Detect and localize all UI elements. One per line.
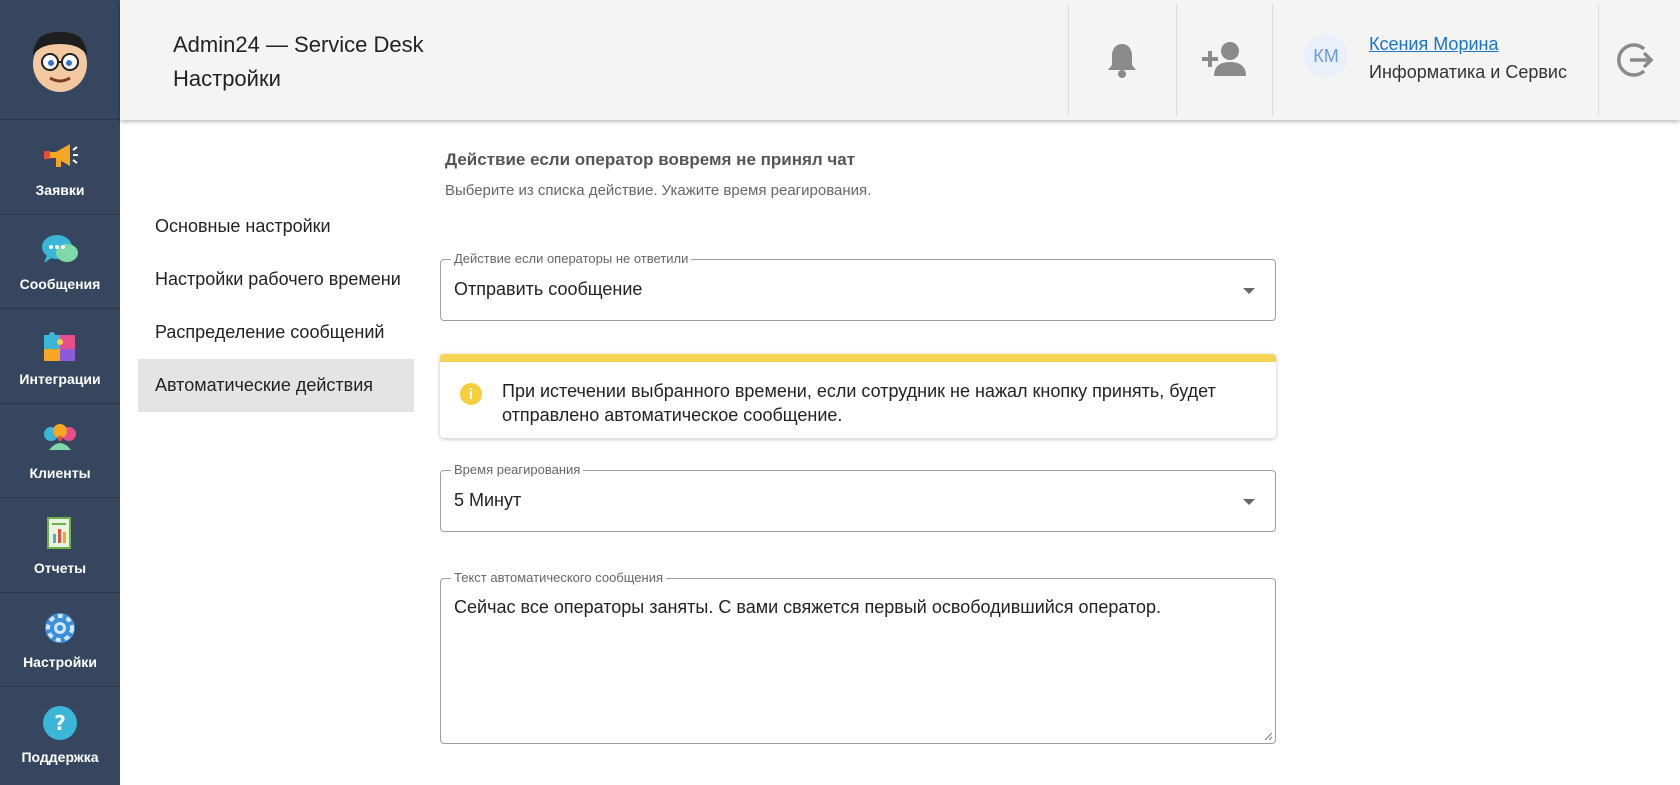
section-subtitle: Выберите из списка действие. Укажите вре… xyxy=(445,182,872,199)
logo[interactable] xyxy=(0,0,120,120)
subnav-item-auto-actions[interactable]: Автоматические действия xyxy=(138,359,414,412)
notice-text: При истечении выбранного времени, если с… xyxy=(502,381,1216,425)
auto-message-label: Текст автоматического сообщения xyxy=(451,570,667,585)
subnav-item-general[interactable]: Основные настройки xyxy=(138,200,414,253)
settings-content: Действие если оператор вовремя не принял… xyxy=(440,150,1276,744)
notifications-button[interactable] xyxy=(1092,30,1152,90)
resize-handle-icon[interactable] xyxy=(1263,731,1273,741)
add-user-button[interactable] xyxy=(1192,30,1256,90)
rail-item-requests[interactable]: Заявки xyxy=(0,120,120,215)
app-title: Admin24 — Service Desk xyxy=(173,32,424,57)
bell-icon xyxy=(1108,44,1136,78)
action-select-value: Отправить сообщение xyxy=(454,279,643,299)
top-header: Admin24 — Service Desk Настройки КМ Ксен… xyxy=(120,0,1680,120)
rail-item-integrations[interactable]: Интеграции xyxy=(0,309,120,404)
report-icon xyxy=(40,514,80,554)
info-icon: i xyxy=(460,383,482,405)
chat-bubble-icon xyxy=(40,230,80,270)
subnav-item-working-hours[interactable]: Настройки рабочего времени xyxy=(138,253,414,306)
add-user-icon xyxy=(1202,42,1246,76)
rail-item-settings[interactable]: Настройки xyxy=(0,593,120,687)
action-select[interactable]: Действие если операторы не ответили Отпр… xyxy=(440,251,1276,321)
puzzle-icon xyxy=(40,325,80,365)
info-notice: i При истечении выбранного времени, если… xyxy=(440,354,1276,438)
page-title: Настройки xyxy=(173,66,281,91)
rail-item-messages[interactable]: Сообщения xyxy=(0,215,120,309)
mascot-logo-icon xyxy=(33,31,87,92)
user-name-link[interactable]: Ксения Морина xyxy=(1369,34,1498,55)
logout-button[interactable] xyxy=(1604,30,1664,90)
rail-item-reports[interactable]: Отчеты xyxy=(0,498,120,593)
rail-label: Интеграции xyxy=(19,370,101,387)
help-icon: ? xyxy=(40,703,80,743)
gear-icon xyxy=(40,608,80,648)
settings-subnav: Основные настройки Настройки рабочего вр… xyxy=(138,200,414,412)
logout-icon xyxy=(1617,43,1654,77)
section-title: Действие если оператор вовремя не принял… xyxy=(445,150,856,169)
auto-message-textarea[interactable]: Текст автоматического сообщения Сейчас в… xyxy=(440,570,1276,744)
svg-text:?: ? xyxy=(54,711,66,735)
response-time-select[interactable]: Время реагирования 5 Минут xyxy=(440,462,1276,532)
rail-label: Поддержка xyxy=(21,749,99,766)
header-divider xyxy=(1598,4,1599,116)
rail-label: Настройки xyxy=(23,654,97,671)
response-time-label: Время реагирования xyxy=(451,462,584,477)
rail-item-support[interactable]: ? Поддержка xyxy=(0,687,120,782)
megaphone-icon xyxy=(40,136,80,176)
rail-label: Сообщения xyxy=(19,276,101,293)
auto-message-value: Сейчас все операторы заняты. С вами свяж… xyxy=(454,597,1162,617)
rail-label: Заявки xyxy=(35,181,85,198)
subnav-item-message-distribution[interactable]: Распределение сообщений xyxy=(138,306,414,359)
header-divider xyxy=(1068,4,1069,116)
response-time-value: 5 Минут xyxy=(454,490,522,510)
rail-label: Клиенты xyxy=(29,465,91,482)
user-organization: Информатика и Сервис xyxy=(1369,62,1567,82)
clients-icon xyxy=(40,419,80,459)
rail-label: Отчеты xyxy=(33,559,87,576)
chevron-down-icon xyxy=(1243,288,1255,294)
rail-item-clients[interactable]: Клиенты xyxy=(0,404,120,498)
chevron-down-icon xyxy=(1243,499,1255,505)
action-select-label: Действие если операторы не ответили xyxy=(451,251,692,266)
header-divider xyxy=(1176,4,1177,116)
main-sidebar: Заявки Сообщения Интеграции Клиенты Отче… xyxy=(0,0,120,785)
avatar[interactable]: КМ xyxy=(1304,34,1348,78)
header-titles: Admin24 — Service Desk Настройки xyxy=(173,28,424,96)
header-divider xyxy=(1272,4,1273,116)
